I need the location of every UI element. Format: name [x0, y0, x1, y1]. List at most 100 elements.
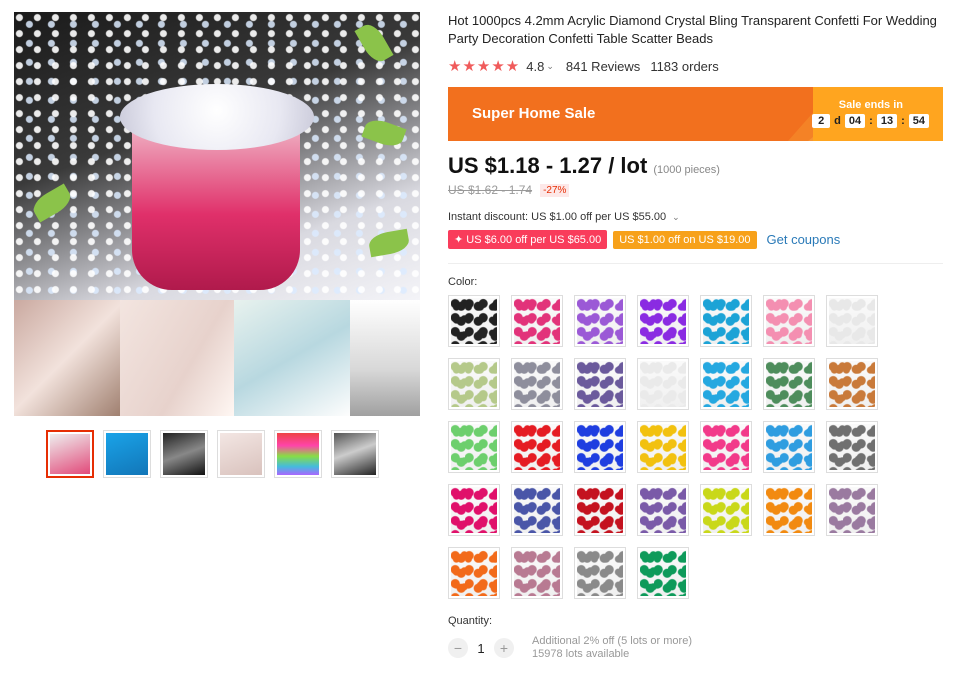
leaf-decoration: [361, 115, 407, 151]
discount-badge: -27%: [540, 183, 570, 197]
color-swatch[interactable]: [448, 358, 500, 410]
color-swatch[interactable]: [637, 547, 689, 599]
thumbnail-6[interactable]: [331, 430, 379, 478]
coupon-badge-2[interactable]: US $1.00 off on US $19.00: [613, 230, 757, 249]
color-swatch-image: [577, 361, 623, 407]
color-swatch[interactable]: [448, 484, 500, 536]
color-swatch[interactable]: [511, 295, 563, 347]
color-swatch[interactable]: [637, 421, 689, 473]
color-swatch[interactable]: [637, 358, 689, 410]
color-swatch[interactable]: [637, 484, 689, 536]
countdown-seconds: 54: [908, 114, 929, 128]
orders-count: 1183 orders: [650, 58, 719, 74]
color-swatch[interactable]: [637, 295, 689, 347]
color-swatch-image: [703, 487, 749, 533]
color-swatch-image: [703, 361, 749, 407]
color-swatch[interactable]: [574, 421, 626, 473]
color-swatch-image: [451, 361, 497, 407]
color-swatch[interactable]: [763, 484, 815, 536]
color-swatch-image: [577, 424, 623, 470]
color-swatch[interactable]: [511, 547, 563, 599]
usage-examples-strip: [14, 300, 420, 416]
color-swatch[interactable]: [700, 421, 752, 473]
color-swatch-image: [829, 424, 875, 470]
product-gallery: [14, 12, 420, 478]
quantity-plus-button[interactable]: +: [494, 638, 514, 658]
color-swatch[interactable]: [700, 358, 752, 410]
color-swatch[interactable]: [448, 295, 500, 347]
countdown-separator: :: [901, 115, 905, 127]
star-rating-icon: ★★★★★: [448, 58, 521, 75]
color-swatch[interactable]: [511, 358, 563, 410]
color-swatch-grid: [448, 295, 948, 599]
countdown-days-suffix: d: [834, 115, 841, 127]
color-swatch[interactable]: [574, 295, 626, 347]
color-swatch[interactable]: [574, 547, 626, 599]
color-swatch-image: [766, 487, 812, 533]
color-swatch[interactable]: [511, 484, 563, 536]
color-swatch-image: [451, 298, 497, 344]
nail-art-example: [120, 300, 234, 416]
color-swatch-image: [514, 361, 560, 407]
color-swatch[interactable]: [826, 295, 878, 347]
color-swatch[interactable]: [763, 295, 815, 347]
color-swatch[interactable]: [826, 358, 878, 410]
color-swatch-image: [640, 424, 686, 470]
quantity-minus-button[interactable]: −: [448, 638, 468, 658]
sale-ends-label: Sale ends in: [838, 99, 903, 111]
color-swatch[interactable]: [574, 358, 626, 410]
color-swatch[interactable]: [826, 484, 878, 536]
thumbnail-4[interactable]: [217, 430, 265, 478]
color-swatch[interactable]: [763, 421, 815, 473]
quantity-input[interactable]: 1: [468, 641, 494, 656]
super-home-sale-banner: Super Home Sale Sale ends in 2 d 04 : 13…: [448, 87, 943, 141]
section-divider: [448, 263, 943, 264]
doll-pendant-example: [350, 300, 420, 416]
thumbnail-3[interactable]: [160, 430, 208, 478]
color-swatch-image: [766, 424, 812, 470]
color-swatch-image: [451, 550, 497, 596]
color-swatch[interactable]: [448, 421, 500, 473]
rating-row: ★★★★★ 4.8 ⌄ 841 Reviews 1183 orders: [448, 56, 948, 76]
color-swatch[interactable]: [700, 295, 752, 347]
color-swatch[interactable]: [826, 421, 878, 473]
color-swatch-image: [703, 298, 749, 344]
decorated-phone-example: [234, 300, 350, 416]
rating-value[interactable]: 4.8: [526, 59, 544, 74]
main-product-image[interactable]: [14, 12, 420, 416]
instant-discount[interactable]: Instant discount: US $1.00 off per US $5…: [448, 211, 948, 223]
price-row: US $1.18 - 1.27 / lot (1000 pieces): [448, 153, 948, 179]
leaf-decoration: [29, 183, 75, 223]
original-price-row: US $1.62 - 1.74 -27%: [448, 183, 948, 197]
chevron-down-icon[interactable]: ⌄: [546, 61, 554, 72]
color-swatch[interactable]: [700, 484, 752, 536]
product-title: Hot 1000pcs 4.2mm Acrylic Diamond Crysta…: [448, 13, 937, 46]
original-price: US $1.62 - 1.74: [448, 183, 533, 197]
color-swatch[interactable]: [448, 547, 500, 599]
countdown-separator: :: [869, 115, 873, 127]
coupon-row: ✦ US $6.00 off per US $65.00 US $1.00 of…: [448, 230, 948, 249]
chevron-down-icon[interactable]: ⌄: [672, 212, 680, 222]
thumbnail-5[interactable]: [274, 430, 322, 478]
color-swatch-image: [829, 487, 875, 533]
color-swatch-image: [829, 298, 875, 344]
price-unit: (1000 pieces): [653, 164, 720, 176]
thumbnail-2[interactable]: [103, 430, 151, 478]
sale-title: Super Home Sale: [472, 105, 596, 122]
reviews-link[interactable]: 841 Reviews: [566, 59, 640, 74]
color-label: Color:: [448, 276, 478, 288]
thumbnail-1[interactable]: [46, 430, 94, 478]
color-swatch[interactable]: [763, 358, 815, 410]
sale-countdown: 2 d 04 : 13 : 54: [812, 114, 929, 128]
color-swatch-image: [514, 298, 560, 344]
color-swatch-image: [577, 487, 623, 533]
main-image-beads: [14, 12, 420, 300]
color-swatch[interactable]: [574, 484, 626, 536]
quantity-stepper: − 1 + Additional 2% off (5 lots or more)…: [448, 635, 948, 661]
countdown-minutes: 13: [876, 114, 898, 128]
coupon-badge-1[interactable]: ✦ US $6.00 off per US $65.00: [448, 230, 608, 249]
color-swatch[interactable]: [511, 421, 563, 473]
get-coupons-link[interactable]: Get coupons: [767, 232, 841, 247]
additional-discount-text: Additional 2% off (5 lots or more): [532, 635, 692, 647]
countdown-days: 2: [812, 114, 831, 128]
